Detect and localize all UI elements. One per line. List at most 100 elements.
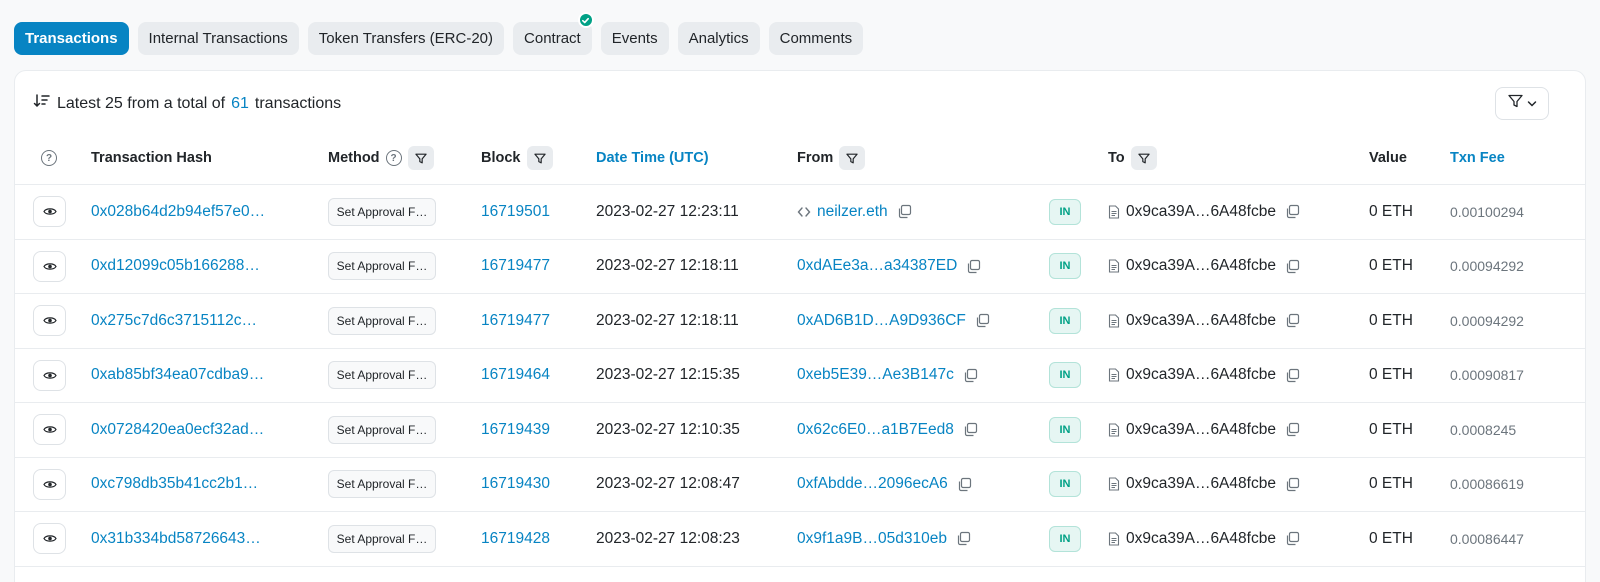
from-address-link[interactable]: 0xdAEe3a…a34387ED — [797, 257, 957, 275]
direction-badge: IN — [1049, 307, 1081, 334]
txn-hash-link[interactable]: 0xab85bf34ea07cdba9… — [91, 349, 264, 403]
block-link[interactable]: 16719430 — [481, 458, 550, 512]
block-link[interactable]: 16719439 — [481, 403, 550, 457]
to-address[interactable]: 0x9ca39A…6A48fcbe — [1126, 257, 1276, 275]
txn-hash-link[interactable]: 0x275c7d6c3715112c… — [91, 294, 257, 348]
method-badge: Set Approval F… — [328, 470, 436, 499]
eye-icon[interactable] — [33, 196, 66, 228]
table-row: 0x0728420ea0ecf32ad… Set Approval F… 167… — [15, 403, 1585, 458]
txn-fee-cell: 0.0008245 — [1450, 421, 1517, 438]
copy-icon[interactable] — [1285, 531, 1300, 546]
copy-icon[interactable] — [1285, 313, 1300, 328]
filter-icon — [1507, 94, 1523, 113]
method-badge: Set Approval F… — [328, 252, 436, 281]
copy-icon[interactable] — [1285, 422, 1300, 437]
from-filter-icon[interactable] — [839, 146, 866, 170]
value-cell: 0 ETH — [1369, 529, 1413, 547]
tab-events[interactable]: Events — [600, 22, 669, 55]
direction-badge: IN — [1049, 416, 1081, 443]
to-address[interactable]: 0x9ca39A…6A48fcbe — [1126, 203, 1276, 221]
copy-icon[interactable] — [966, 259, 981, 274]
table-row: 0xc798db35b41cc2b1… Set Approval F… 1671… — [15, 458, 1585, 512]
block-link[interactable]: 16719477 — [481, 240, 550, 294]
summary-count[interactable]: 61 — [231, 95, 249, 113]
txn-hash-link[interactable]: 0xd12099c05b166288… — [91, 240, 260, 294]
chevron-down-icon — [1527, 95, 1537, 113]
block-link[interactable]: 16719464 — [481, 349, 550, 403]
sort-desc-icon — [33, 93, 51, 114]
eye-icon[interactable] — [33, 359, 66, 391]
help-icon[interactable]: ? — [41, 131, 57, 185]
from-address-link[interactable]: neilzer.eth — [817, 203, 888, 221]
block-link[interactable]: 16719428 — [481, 512, 550, 566]
col-transaction-hash: Transaction Hash — [91, 150, 212, 166]
from-address-link[interactable]: 0x62c6E0…a1B7Eed8 — [797, 421, 954, 439]
from-address-link[interactable]: 0x9f1a9B…05d310eb — [797, 530, 947, 548]
table-row: 0x31b334bd58726643… Set Approval F… 1671… — [15, 512, 1585, 567]
method-badge: Set Approval F… — [328, 415, 436, 444]
tab-analytics[interactable]: Analytics — [677, 22, 760, 55]
filter-dropdown-button[interactable] — [1495, 87, 1549, 120]
copy-icon[interactable] — [1285, 368, 1300, 383]
tab-token-transfers[interactable]: Token Transfers (ERC-20) — [307, 22, 505, 55]
copy-icon[interactable] — [963, 368, 978, 383]
to-filter-icon[interactable] — [1130, 146, 1157, 170]
copy-icon[interactable] — [956, 531, 971, 546]
tab-internal-transactions[interactable]: Internal Transactions — [137, 22, 299, 55]
col-datetime[interactable]: Date Time (UTC) — [596, 131, 709, 185]
transactions-summary: Latest 25 from a total of 61 transaction… — [33, 93, 341, 114]
block-link[interactable]: 16719477 — [481, 294, 550, 348]
block-filter-icon[interactable] — [526, 146, 553, 170]
txn-fee-cell: 0.00094292 — [1450, 312, 1524, 329]
to-address[interactable]: 0x9ca39A…6A48fcbe — [1126, 530, 1276, 548]
tab-comments[interactable]: Comments — [768, 22, 864, 55]
col-block: Block — [481, 131, 553, 185]
eye-icon[interactable] — [33, 250, 66, 282]
datetime-cell: 2023-02-27 12:23:11 — [596, 202, 739, 220]
method-filter-icon[interactable] — [407, 146, 434, 170]
copy-icon[interactable] — [1285, 204, 1300, 219]
eye-icon[interactable] — [33, 305, 66, 337]
eye-icon[interactable] — [33, 414, 66, 446]
value-cell: 0 ETH — [1369, 311, 1413, 329]
to-address[interactable]: 0x9ca39A…6A48fcbe — [1126, 366, 1276, 384]
direction-badge: IN — [1049, 253, 1081, 280]
tab-contract[interactable]: Contract — [513, 12, 594, 55]
block-link[interactable]: 16719501 — [481, 185, 550, 239]
to-address[interactable]: 0x9ca39A…6A48fcbe — [1126, 312, 1276, 330]
tab-transactions[interactable]: Transactions — [14, 22, 129, 55]
from-address-link[interactable]: 0xeb5E39…Ae3B147c — [797, 366, 954, 384]
transactions-card: Latest 25 from a total of 61 transaction… — [14, 70, 1586, 582]
col-from-label: From — [797, 150, 834, 166]
txn-hash-link[interactable]: 0x0728420ea0ecf32ad… — [91, 403, 264, 457]
eye-icon[interactable] — [33, 523, 66, 555]
method-badge: Set Approval F… — [328, 306, 436, 335]
direction-badge: IN — [1049, 471, 1081, 498]
txn-hash-link[interactable]: 0x31b334bd58726643… — [91, 512, 261, 566]
col-to: To — [1108, 131, 1157, 185]
txn-hash-link[interactable]: 0xc798db35b41cc2b1… — [91, 458, 258, 512]
txn-fee-cell: 0.00090817 — [1450, 367, 1524, 384]
tab-bar: Transactions Internal Transactions Token… — [14, 12, 864, 55]
col-method-label: Method — [328, 150, 380, 166]
copy-icon[interactable] — [897, 204, 912, 219]
col-txn-fee[interactable]: Txn Fee — [1450, 131, 1505, 185]
txn-hash-link[interactable]: 0x028b64d2b94ef57e0… — [91, 185, 265, 239]
datetime-cell: 2023-02-27 12:08:47 — [596, 475, 740, 493]
col-block-label: Block — [481, 150, 521, 166]
value-cell: 0 ETH — [1369, 420, 1413, 438]
copy-icon[interactable] — [963, 422, 978, 437]
method-help-icon[interactable]: ? — [385, 150, 402, 166]
contract-file-icon — [1108, 205, 1120, 219]
eye-icon[interactable] — [33, 468, 66, 500]
from-address-link[interactable]: 0xfAbdde…2096ecA6 — [797, 475, 948, 493]
copy-icon[interactable] — [957, 477, 972, 492]
txn-fee-cell: 0.00100294 — [1450, 203, 1524, 220]
copy-icon[interactable] — [1285, 259, 1300, 274]
copy-icon[interactable] — [975, 313, 990, 328]
to-address[interactable]: 0x9ca39A…6A48fcbe — [1126, 475, 1276, 493]
copy-icon[interactable] — [1285, 477, 1300, 492]
summary-prefix: Latest 25 from a total of — [57, 94, 226, 112]
to-address[interactable]: 0x9ca39A…6A48fcbe — [1126, 421, 1276, 439]
from-address-link[interactable]: 0xAD6B1D…A9D936CF — [797, 312, 966, 330]
